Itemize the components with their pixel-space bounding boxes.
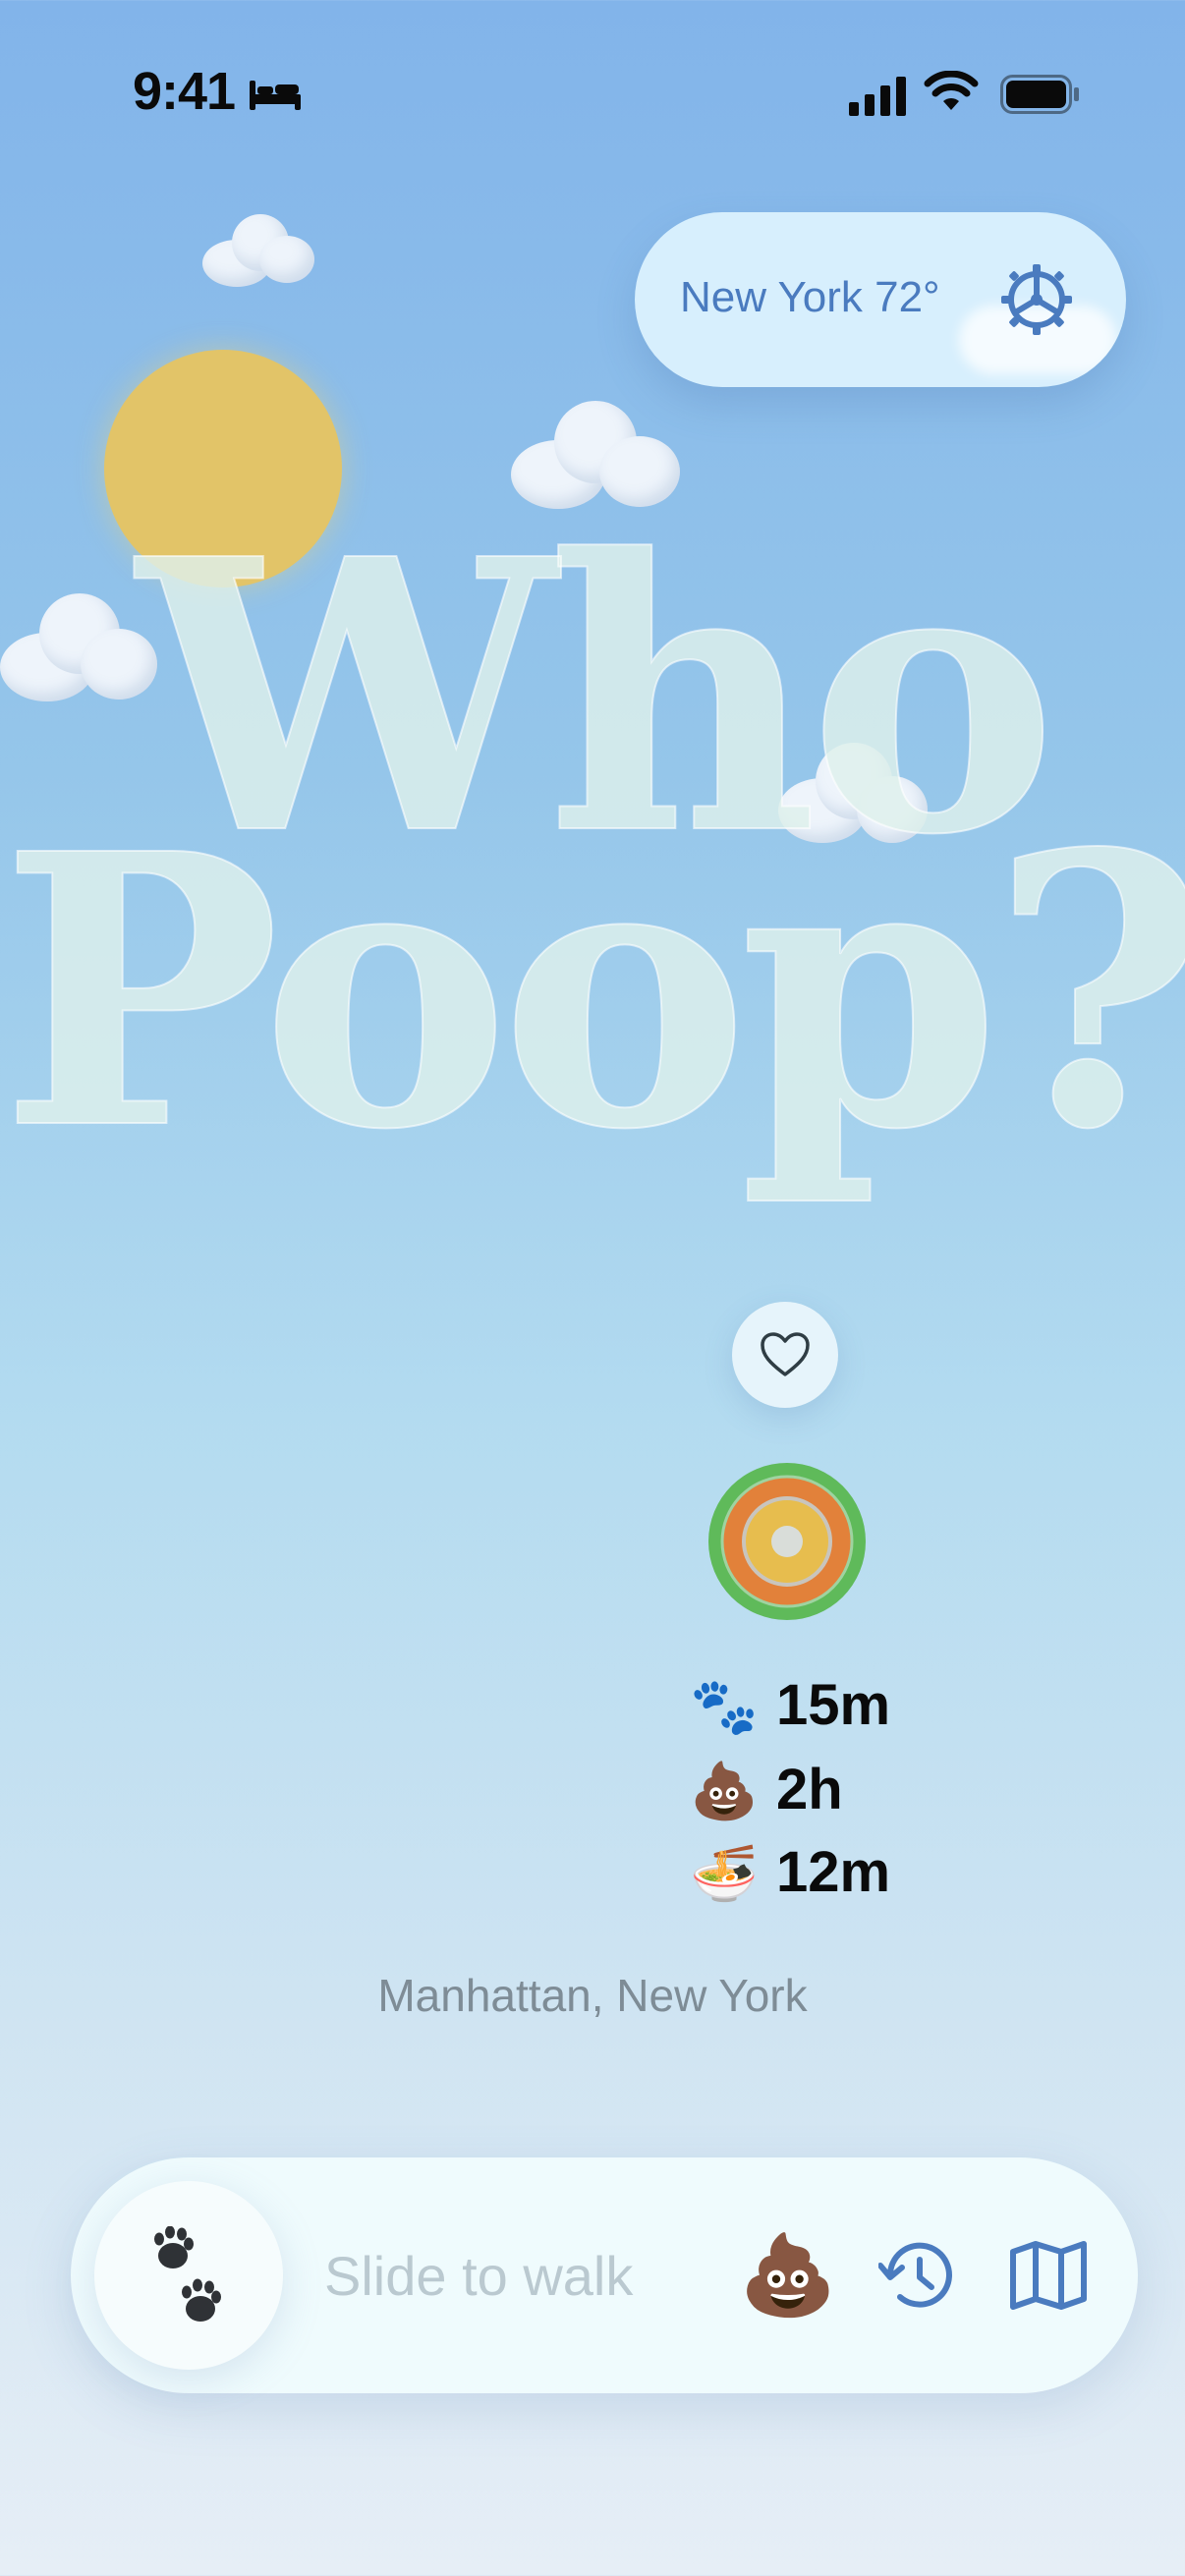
stat-walk-value: 15m (776, 1673, 891, 1737)
stat-walk: 🐾 15m (690, 1668, 965, 1737)
title-line-2: Poop? (0, 772, 1185, 1211)
heart-icon (761, 1332, 810, 1376)
walk-slider-bar: Slide to walk 💩 (71, 2157, 1138, 2393)
log-poop-button[interactable]: 💩 (739, 2228, 837, 2323)
slide-to-walk-label: Slide to walk (324, 2245, 634, 2307)
paw-prints-icon: 🐾 (690, 1675, 759, 1737)
stat-poop-value: 2h (776, 1758, 843, 1821)
ring-center (771, 1526, 803, 1557)
weather-label: New York 72° (680, 273, 940, 321)
slide-to-walk-handle[interactable] (94, 2181, 283, 2370)
status-time: 9:41 (133, 62, 236, 121)
wifi-icon (924, 71, 979, 110)
location-label: Manhattan, New York (377, 1970, 808, 2021)
food-bowl-icon: 🍜 (690, 1842, 759, 1904)
cloud (202, 210, 316, 289)
settings-wheel-icon[interactable] (1000, 263, 1073, 336)
stat-meal: 🍜 12m (690, 1835, 965, 1904)
cellular-signal-icon (849, 77, 906, 116)
history-icon[interactable] (878, 2238, 957, 2313)
stat-meal-value: 12m (776, 1840, 891, 1904)
battery-icon (1000, 75, 1079, 114)
favorite-button[interactable] (732, 1302, 838, 1408)
weather-settings-pill[interactable]: New York 72° (635, 212, 1126, 387)
activity-rings (708, 1463, 866, 1620)
poop-icon: 💩 (690, 1760, 759, 1821)
paw-prints-icon (154, 2226, 221, 2322)
map-icon[interactable] (1009, 2240, 1088, 2311)
sleep-focus-icon (250, 81, 301, 110)
stat-poop: 💩 2h (690, 1753, 965, 1821)
app-title: Who Poop? (0, 510, 1185, 1211)
